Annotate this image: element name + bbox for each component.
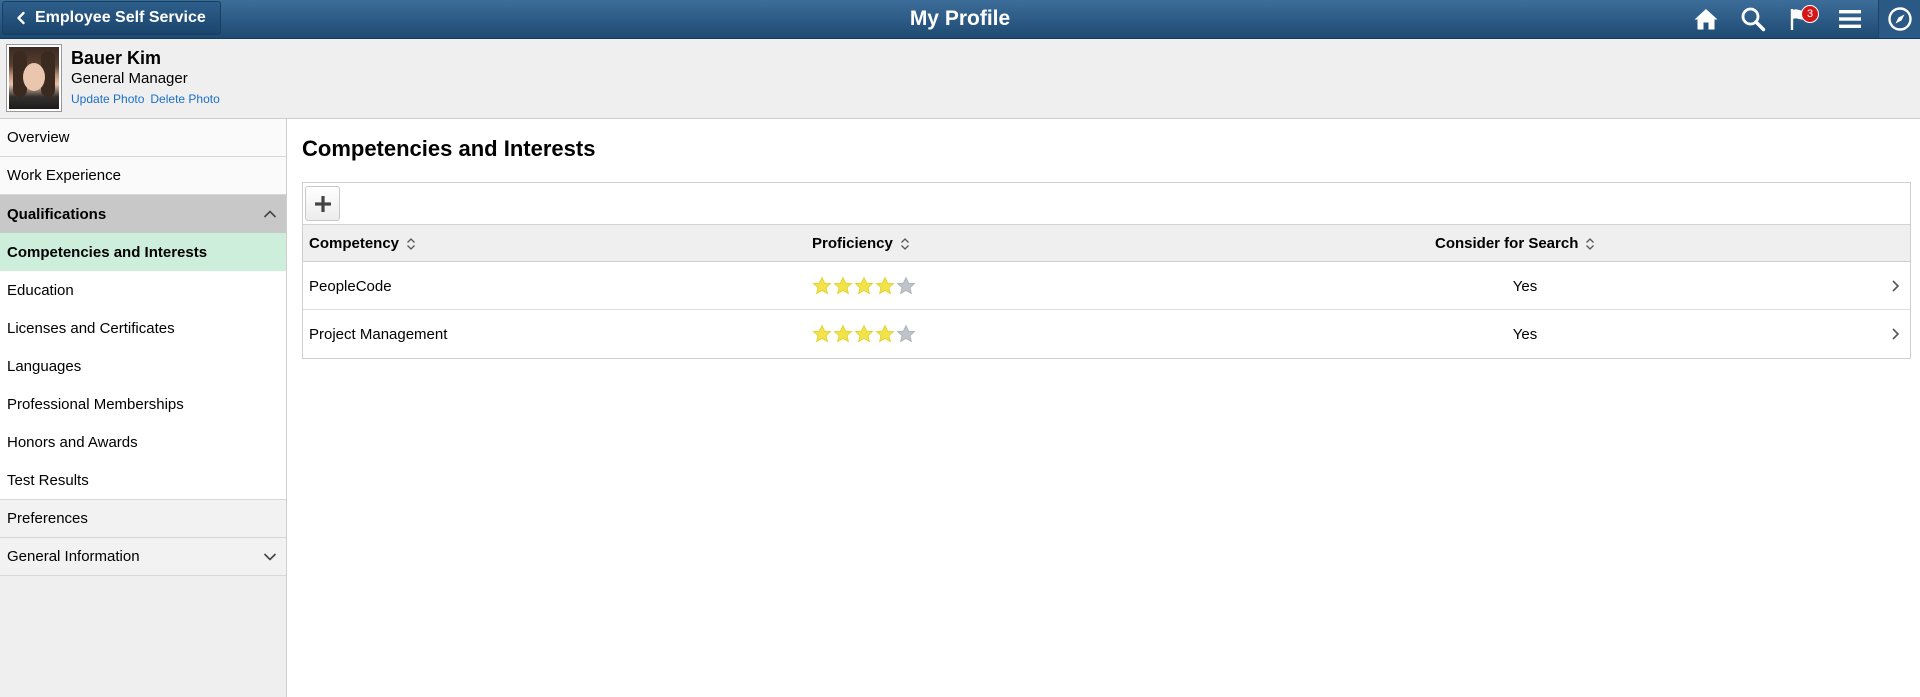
back-button-label: Employee Self Service (35, 9, 206, 26)
sidebar-item-label: Preferences (7, 510, 88, 527)
back-button[interactable]: Employee Self Service (2, 1, 221, 35)
column-header-proficiency[interactable]: Proficiency (812, 225, 910, 262)
profile-banner: Bauer Kim General Manager Update Photo D… (0, 39, 1920, 119)
chevron-down-icon (263, 552, 277, 561)
search-button[interactable] (1733, 2, 1773, 36)
actions-menu-button[interactable] (1830, 2, 1870, 36)
sidebar-item-label: Competencies and Interests (7, 243, 208, 261)
sidebar-item-licenses[interactable]: Licenses and Certificates (0, 309, 286, 347)
navbar-button[interactable] (1878, 0, 1920, 38)
sidebar-item-work-experience[interactable]: Work Experience (0, 157, 286, 195)
update-photo-link[interactable]: Update Photo (71, 92, 144, 106)
sidebar-item-label: Overview (7, 129, 70, 146)
consider-for-search-cell: Yes (1512, 325, 1538, 343)
menu-icon (1839, 10, 1861, 28)
sidebar-group-label: Qualifications (7, 205, 107, 223)
notification-count-badge: 3 (1801, 5, 1819, 23)
main-content: Competencies and Interests Competency Pr… (288, 119, 1920, 697)
column-header-label: Consider for Search (1435, 235, 1579, 252)
sidebar-item-label: Work Experience (7, 167, 121, 184)
sidebar-nav: Overview Work Experience Qualifications … (0, 119, 287, 697)
sidebar-item-label: Honors and Awards (7, 433, 138, 451)
sidebar-item-memberships[interactable]: Professional Memberships (0, 385, 286, 423)
search-icon (1741, 7, 1766, 32)
consider-for-search-cell: Yes (1512, 277, 1538, 295)
home-button[interactable] (1686, 2, 1726, 36)
star-filled-icon (812, 276, 832, 295)
navbar-compass-icon (1887, 7, 1912, 31)
sort-icon (1586, 237, 1595, 250)
star-empty-icon (896, 324, 916, 343)
section-title: Competencies and Interests (302, 136, 596, 161)
grid-header-row: Competency Proficiency Consider for Sear… (303, 225, 1910, 262)
employee-job-title: General Manager (71, 70, 188, 87)
competencies-grid: Competency Proficiency Consider for Sear… (302, 182, 1911, 359)
column-header-competency[interactable]: Competency (309, 225, 416, 262)
sort-icon (900, 237, 909, 250)
add-button[interactable] (305, 186, 340, 221)
table-row[interactable]: Project Management Yes (303, 310, 1910, 358)
star-filled-icon (812, 324, 832, 343)
star-empty-icon (896, 276, 916, 295)
column-header-label: Proficiency (812, 235, 893, 252)
home-icon (1694, 9, 1718, 30)
chevron-left-icon (17, 11, 25, 25)
sidebar-item-label: Professional Memberships (7, 395, 184, 413)
page-title: My Profile (909, 7, 1011, 30)
sidebar-item-preferences[interactable]: Preferences (0, 500, 286, 538)
sidebar-item-test-results[interactable]: Test Results (0, 461, 286, 499)
sidebar-item-label: Education (7, 281, 74, 299)
sort-icon (407, 237, 415, 250)
employee-name: Bauer Kim (71, 48, 162, 68)
sidebar-item-competencies[interactable]: Competencies and Interests (0, 233, 286, 271)
sidebar-item-languages[interactable]: Languages (0, 347, 286, 385)
sidebar-item-label: Languages (7, 357, 82, 375)
delete-photo-link[interactable]: Delete Photo (150, 92, 219, 106)
proficiency-rating (812, 276, 916, 296)
star-filled-icon (854, 324, 874, 343)
notifications-button[interactable]: 3 (1781, 2, 1821, 36)
chevron-up-icon (263, 210, 277, 218)
sidebar-item-label: Licenses and Certificates (7, 319, 175, 337)
star-filled-icon (833, 324, 853, 343)
sidebar-item-education[interactable]: Education (0, 271, 286, 309)
sidebar-item-overview[interactable]: Overview (0, 119, 286, 157)
star-filled-icon (854, 276, 874, 295)
sidebar-item-label: General Information (7, 548, 140, 565)
proficiency-rating (812, 324, 916, 344)
star-filled-icon (833, 276, 853, 295)
grid-toolbar (303, 183, 1910, 225)
competency-cell: Project Management (309, 325, 448, 343)
avatar (6, 44, 62, 112)
sidebar-item-general-information[interactable]: General Information (0, 538, 286, 576)
sidebar-item-label: Test Results (7, 471, 89, 489)
top-header-bar: Employee Self Service My Profile 3 (0, 0, 1920, 39)
star-filled-icon (875, 324, 895, 343)
table-row[interactable]: PeopleCode Yes (303, 262, 1910, 310)
competency-cell: PeopleCode (309, 277, 392, 295)
column-header-label: Competency (309, 235, 400, 252)
plus-icon (314, 195, 331, 212)
chevron-right-icon (1892, 328, 1900, 340)
star-filled-icon (875, 276, 895, 295)
proficiency-cell (812, 262, 916, 310)
sidebar-item-honors[interactable]: Honors and Awards (0, 423, 286, 461)
chevron-right-icon (1892, 279, 1900, 292)
column-header-consider-for-search[interactable]: Consider for Search (1435, 225, 1595, 262)
proficiency-cell (812, 310, 916, 358)
sidebar-group-qualifications[interactable]: Qualifications (0, 195, 286, 233)
